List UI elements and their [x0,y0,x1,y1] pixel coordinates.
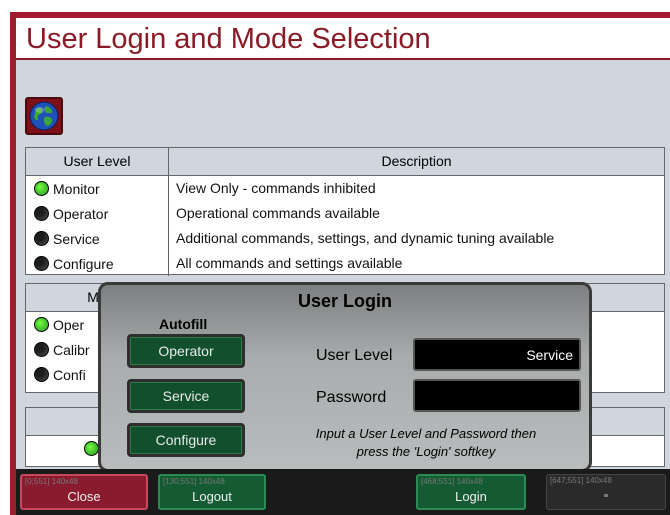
softkey-dot-icon [604,494,608,497]
status-led-icon [34,181,49,196]
status-led-icon [84,441,99,456]
user-level-row-service[interactable]: Service Additional commands, settings, a… [26,226,664,251]
col-description: Description [381,153,452,169]
mode-cell: Confi [26,362,106,387]
main-panel: User Login and Mode Selection User Level… [16,18,670,515]
softkey-label: Login [455,489,487,504]
password-field[interactable] [413,379,581,412]
status-led-icon [34,367,49,382]
user-level-label: Configure [53,255,114,272]
logout-softkey[interactable]: [130;551] 140x48 Logout [158,474,266,510]
user-level-label: Operator [53,205,109,222]
user-level-table: User Level Description Monitor View Only… [25,147,665,276]
softkey-dimensions: [130;551] 140x48 [163,477,225,486]
softkey-dimensions: [0;551] 140x48 [25,477,78,486]
globe-icon[interactable] [25,97,63,135]
password-field-label: Password [316,389,387,406]
status-led-icon [34,231,49,246]
user-level-field-label: User Level [316,347,393,364]
title-bar: User Login and Mode Selection [16,18,670,60]
autofill-configure-button[interactable]: Configure [127,423,245,457]
close-softkey[interactable]: [0;551] 140x48 Close [20,474,148,510]
user-level-table-header: User Level Description [26,148,664,176]
user-level-row-configure[interactable]: Configure All commands and settings avai… [26,251,664,276]
mode-cell: Oper [26,312,106,337]
user-level-description: Additional commands, settings, and dynam… [176,230,555,246]
softkey-dimensions: [647;551] 140x48 [550,476,612,485]
mode-label: Oper [53,316,85,333]
globe-icon-graphic [29,101,59,131]
user-level-cell: Operator [26,201,169,226]
login-softkey[interactable]: [468;551] 140x48 Login [416,474,526,510]
user-level-description: All commands and settings available [176,255,403,271]
softkey-label: Close [67,489,101,504]
mode-cell: Calibr [26,337,106,362]
status-led-icon [34,256,49,271]
mode-label: Confi [53,366,86,383]
softkey-bar: [0;551] 140x48 Close [130;551] 140x48 Lo… [16,469,670,515]
dialog-title: User Login [297,291,392,311]
empty-softkey[interactable]: [647;551] 140x48 [546,474,666,510]
col-user-level: User Level [26,148,169,175]
dialog-hint-line: Input a User Level and Password then [315,426,537,441]
user-level-description: Operational commands available [176,205,380,221]
user-level-cell: Service [26,226,169,251]
page-title: User Login and Mode Selection [26,23,431,55]
user-level-row-operator[interactable]: Operator Operational commands available [26,201,664,226]
user-login-dialog: User Login Autofill Operator Service Con… [98,282,592,472]
autofill-label: Autofill [159,316,208,332]
user-level-label: Monitor [53,180,100,197]
status-led-icon [34,342,49,357]
user-level-row-monitor[interactable]: Monitor View Only - commands inhibited [26,176,664,201]
autofill-operator-button[interactable]: Operator [127,334,245,368]
mode-label: Calibr [53,341,90,358]
dialog-hint-line: press the 'Login' softkey [356,444,496,459]
softkey-dimensions: [468;551] 140x48 [421,477,483,486]
user-level-label: Service [53,230,100,247]
user-level-description: View Only - commands inhibited [176,180,376,196]
autofill-service-button[interactable]: Service [127,379,245,413]
user-level-field[interactable]: Service [413,338,581,371]
status-led-icon [34,317,49,332]
dialog-hint: Input a User Level and Password then pre… [281,425,571,461]
softkey-label: Logout [192,489,232,504]
status-led-icon [34,206,49,221]
user-level-cell: Monitor [26,176,169,201]
user-level-cell: Configure [26,251,169,276]
